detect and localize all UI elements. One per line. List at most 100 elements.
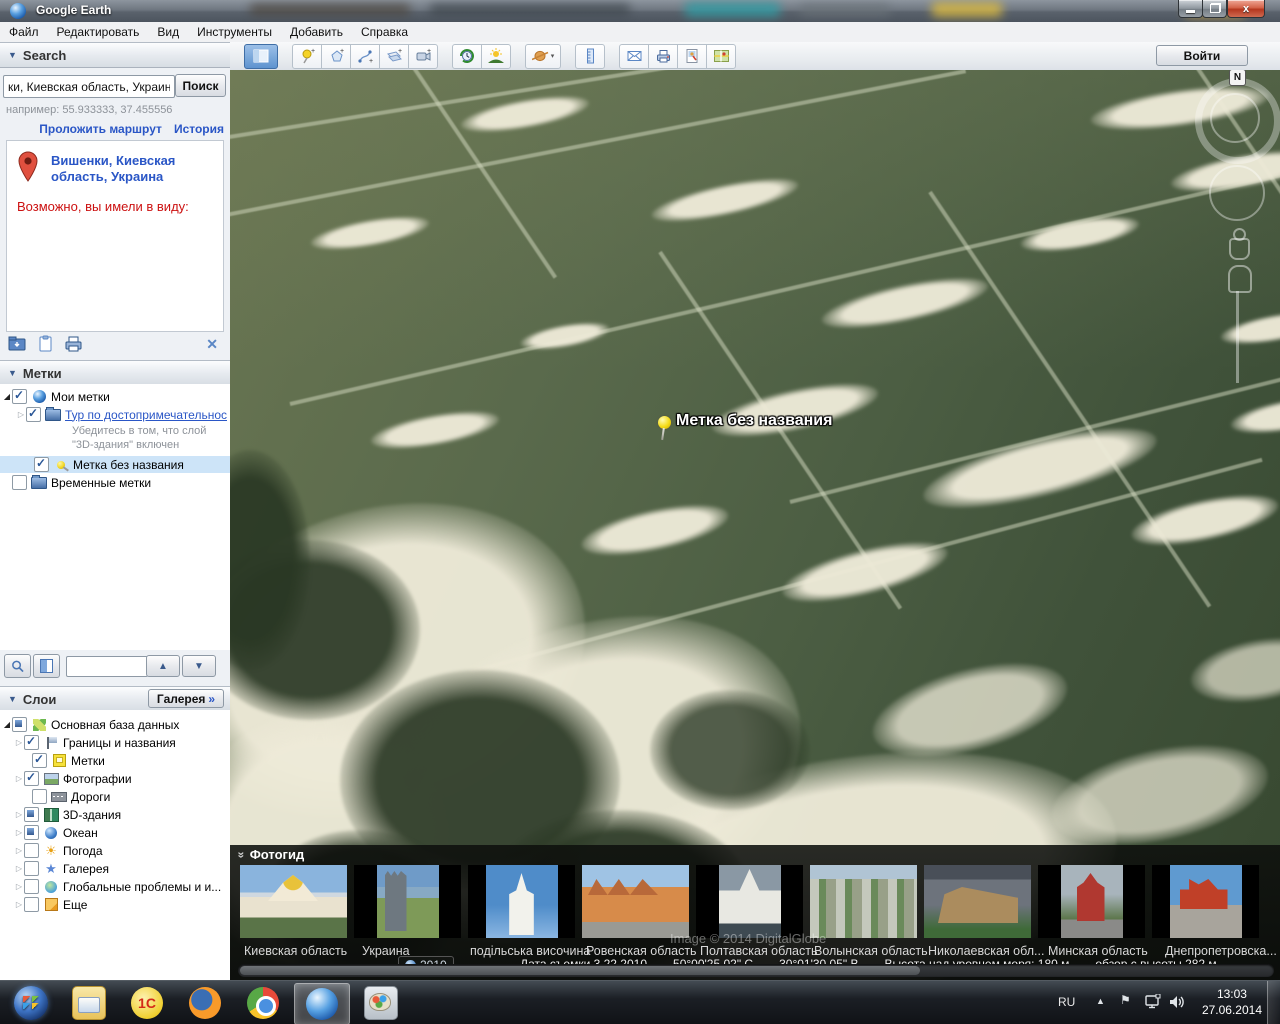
network-icon[interactable] (1144, 994, 1162, 1010)
taskbar-1c-button[interactable]: 1С (120, 983, 174, 1023)
view-in-maps-button[interactable] (706, 44, 736, 69)
tree-item-label[interactable]: Тур по достопримечательнос (65, 408, 227, 422)
print-icon[interactable] (64, 335, 84, 353)
checkbox[interactable] (12, 389, 27, 404)
photo-strip-scrollbar[interactable] (238, 964, 1274, 977)
layer-item-roads[interactable]: Дороги (0, 788, 230, 805)
title-bar[interactable]: Google Earth x (0, 0, 1280, 22)
show-desktop-button[interactable] (1267, 981, 1280, 1024)
map-viewport[interactable]: Метка без названия N » Фотогид (230, 70, 1280, 980)
photo-thumbnail[interactable] (468, 865, 575, 938)
find-button[interactable] (4, 654, 31, 678)
checkbox[interactable] (24, 843, 39, 858)
photo-label[interactable]: Волынская область (814, 944, 928, 958)
layer-item-3d-buildings[interactable]: ▷ 3D-здания (0, 806, 230, 823)
previous-result-button[interactable]: ▲ (146, 655, 180, 677)
layer-item-gallery[interactable]: ▷ ★ Галерея (0, 860, 230, 877)
add-placemark-button[interactable]: + (292, 44, 322, 69)
layer-item-borders[interactable]: ▷ Границы и названия (0, 734, 230, 751)
places-panel-header[interactable]: ▼ Метки (0, 360, 230, 386)
photo-thumbnail[interactable] (810, 865, 917, 938)
get-directions-link[interactable]: Проложить маршрут (39, 122, 162, 136)
photo-label[interactable]: Николаевская обл... (928, 944, 1044, 958)
record-tour-button[interactable]: + (408, 44, 438, 69)
email-button[interactable] (619, 44, 649, 69)
close-panel-icon[interactable]: ✕ (206, 336, 218, 353)
planets-button[interactable]: ▾ (525, 44, 561, 69)
checkbox[interactable] (12, 717, 27, 732)
restore-button[interactable] (1202, 0, 1227, 18)
photo-thumbnail[interactable] (240, 865, 347, 938)
photo-thumbnail[interactable] (1152, 865, 1259, 938)
close-button[interactable]: x (1227, 0, 1265, 18)
menu-tools[interactable]: Инструменты (188, 22, 281, 42)
sign-in-button[interactable]: Войти (1156, 45, 1248, 66)
checkbox[interactable] (12, 475, 27, 490)
map-placemark-label[interactable]: Метка без названия (676, 412, 832, 430)
compass-north-label[interactable]: N (1229, 70, 1246, 86)
add-path-button[interactable]: + (350, 44, 380, 69)
photo-label[interactable]: подільська височина (470, 944, 590, 958)
gallery-button[interactable]: Галерея » (148, 689, 224, 708)
tree-item-tour[interactable]: ▷ Тур по достопримечательнос (0, 406, 230, 423)
photo-thumbnail[interactable] (354, 865, 461, 938)
checkbox[interactable] (32, 753, 47, 768)
checkbox[interactable] (26, 407, 41, 422)
language-indicator[interactable]: RU (1058, 995, 1075, 1009)
search-button[interactable]: Поиск (175, 74, 226, 97)
move-joystick[interactable] (1209, 165, 1265, 221)
toggle-panel-button[interactable] (33, 654, 60, 678)
tree-collapsed-icon[interactable]: ▷ (14, 828, 24, 837)
collapse-chevron-icon[interactable]: » (234, 851, 248, 858)
volume-icon[interactable] (1168, 994, 1186, 1010)
checkbox[interactable] (34, 457, 49, 472)
layer-item-ocean[interactable]: ▷ Океан (0, 824, 230, 841)
zoom-slider-track[interactable] (1236, 291, 1239, 383)
sunlight-button[interactable] (481, 44, 511, 69)
photo-thumbnail[interactable] (696, 865, 803, 938)
checkbox[interactable] (24, 879, 39, 894)
layer-item-weather[interactable]: ▷ ☀ Погода (0, 842, 230, 859)
photo-label[interactable]: Полтавская область (700, 944, 817, 958)
checkbox[interactable] (24, 825, 39, 840)
tree-collapsed-icon[interactable]: ▷ (14, 882, 24, 891)
history-link[interactable]: История (174, 122, 224, 136)
next-result-button[interactable]: ▼ (182, 655, 216, 677)
checkbox[interactable] (24, 897, 39, 912)
ruler-button[interactable] (575, 44, 605, 69)
add-image-overlay-button[interactable]: + (379, 44, 409, 69)
tree-expanded-icon[interactable]: ◢ (2, 720, 12, 729)
tree-collapsed-icon[interactable]: ▷ (14, 810, 24, 819)
print-button[interactable] (648, 44, 678, 69)
tree-collapsed-icon[interactable]: ▷ (14, 864, 24, 873)
taskbar-explorer-button[interactable] (62, 983, 116, 1023)
find-input[interactable] (66, 656, 148, 677)
menu-file[interactable]: Файл (0, 22, 48, 42)
minimize-button[interactable] (1178, 0, 1203, 18)
photo-label[interactable]: Минская область (1048, 944, 1148, 958)
tree-item-unnamed-placemark[interactable]: Метка без названия (0, 456, 230, 473)
scrollbar-thumb[interactable] (240, 966, 920, 975)
checkbox[interactable] (24, 771, 39, 786)
tree-expanded-icon[interactable]: ◢ (2, 392, 12, 401)
taskbar-google-earth-button[interactable] (294, 983, 350, 1024)
checkbox[interactable] (24, 807, 39, 822)
action-center-flag-icon[interactable]: ⚑ (1120, 993, 1131, 1007)
save-to-my-places-icon[interactable] (8, 335, 28, 353)
layer-item-more[interactable]: ▷ Еще (0, 896, 230, 913)
menu-edit[interactable]: Редактировать (48, 22, 149, 42)
tree-collapsed-icon[interactable]: ▷ (14, 846, 24, 855)
search-panel-header[interactable]: ▼ Search (0, 42, 230, 68)
photo-thumbnail[interactable] (582, 865, 689, 938)
tree-collapsed-icon[interactable]: ▷ (14, 738, 24, 747)
layer-item-global-awareness[interactable]: ▷ Глобальные проблемы и и... (0, 878, 230, 895)
tree-item-temporary-places[interactable]: Временные метки (0, 474, 230, 491)
menu-help[interactable]: Справка (352, 22, 417, 42)
tree-item-my-places[interactable]: ◢ Мои метки (0, 388, 230, 405)
checkbox[interactable] (32, 789, 47, 804)
photo-thumbnail[interactable] (924, 865, 1031, 938)
tree-collapsed-icon[interactable]: ▷ (14, 774, 24, 783)
tray-clock[interactable]: 13:03 27.06.2014 (1202, 986, 1262, 1018)
layers-panel-header[interactable]: ▼ Слои Галерея » (0, 686, 230, 712)
menu-view[interactable]: Вид (148, 22, 188, 42)
